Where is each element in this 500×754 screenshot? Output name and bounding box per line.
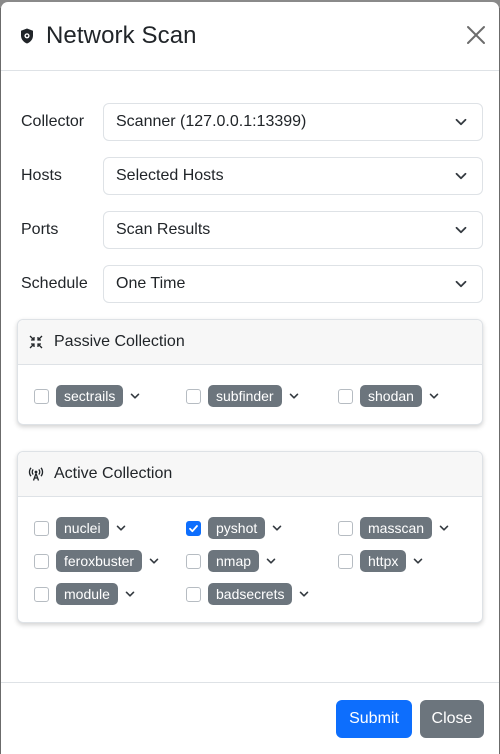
ports-select-value: Scan Results <box>116 221 211 238</box>
nmap-badge: nmap <box>208 550 260 572</box>
badsecrets-checkbox[interactable] <box>186 586 201 602</box>
module-item: nmap <box>186 550 338 572</box>
passive-collection-header: Passive Collection <box>18 320 482 365</box>
shield-eye-icon <box>18 27 36 45</box>
hosts-select-value: Selected Hosts <box>116 167 224 184</box>
submit-button[interactable]: Submit <box>336 699 412 738</box>
module-item: feroxbuster <box>34 550 186 572</box>
schedule-select-value: One Time <box>116 275 186 292</box>
chevron-down-icon <box>454 277 468 291</box>
sectrails-checkbox[interactable] <box>34 388 49 404</box>
modal-body: Collector Scanner (127.0.0.1:13399) Hosts S… <box>1 71 499 623</box>
module-item: sectrails <box>34 385 186 407</box>
nmap-checkbox[interactable] <box>186 553 201 569</box>
nuclei-checkbox[interactable] <box>34 520 49 536</box>
modal-header: Network Scan <box>1 2 499 71</box>
chevron-down-icon[interactable] <box>118 589 135 599</box>
subfinder-badge: subfinder <box>208 385 282 407</box>
module-badge: module <box>56 583 118 605</box>
active-collection-card: Active Collection nuclei pyshot masscan fer… <box>17 451 483 623</box>
module-checkbox[interactable] <box>34 586 49 602</box>
pyshot-badge: pyshot <box>208 517 266 539</box>
close-button[interactable]: Close <box>420 699 484 738</box>
badsecrets-badge: badsecrets <box>208 583 293 605</box>
chevron-down-icon[interactable] <box>422 391 439 401</box>
chevron-down-icon[interactable] <box>259 556 276 566</box>
scan-form: Collector Scanner (127.0.0.1:13399) Hosts S… <box>17 103 483 303</box>
modal-title: Network Scan <box>46 22 197 49</box>
module-item: nuclei <box>34 517 186 539</box>
schedule-select[interactable]: One Time <box>103 265 483 303</box>
module-item: masscan <box>338 517 478 539</box>
form-row: Hosts Selected Hosts <box>17 157 483 195</box>
shodan-checkbox[interactable] <box>338 388 353 404</box>
close-icon[interactable] <box>465 24 487 46</box>
network-scan-modal: Network Scan Collector Scanner (127.0.0.1… <box>1 2 499 754</box>
active-modules: nuclei pyshot masscan feroxbuster nmap httpx m… <box>18 497 482 622</box>
chevron-down-icon[interactable] <box>109 523 126 533</box>
chevron-down-icon[interactable] <box>265 523 282 533</box>
subfinder-checkbox[interactable] <box>186 388 201 404</box>
form-row: Collector Scanner (127.0.0.1:13399) <box>17 103 483 141</box>
hosts-select[interactable]: Selected Hosts <box>103 157 483 195</box>
collector-select[interactable]: Scanner (127.0.0.1:13399) <box>103 103 483 141</box>
module-item: pyshot <box>186 517 338 539</box>
shodan-badge: shodan <box>360 385 422 407</box>
masscan-badge: masscan <box>360 517 433 539</box>
active-collection-header: Active Collection <box>18 452 482 497</box>
sectrails-badge: sectrails <box>56 385 124 407</box>
schedule-label: Schedule <box>21 275 88 292</box>
form-row: Schedule One Time <box>17 265 483 303</box>
module-item: module <box>34 583 186 605</box>
chevron-down-icon[interactable] <box>123 391 140 401</box>
chevron-down-icon[interactable] <box>432 523 449 533</box>
passive-collection-title: Passive Collection <box>54 333 185 350</box>
chevron-down-icon <box>454 223 468 237</box>
chevron-down-icon[interactable] <box>142 556 159 566</box>
hosts-label: Hosts <box>21 167 62 184</box>
chevron-down-icon <box>454 169 468 183</box>
module-item: subfinder <box>186 385 338 407</box>
ports-label: Ports <box>21 221 59 238</box>
modal-footer: Submit Close <box>1 682 499 754</box>
form-row: Ports Scan Results <box>17 211 483 249</box>
module-item: httpx <box>338 550 478 572</box>
passive-modules: sectrails subfinder shodan <box>18 365 482 424</box>
httpx-checkbox[interactable] <box>338 553 353 569</box>
ports-select[interactable]: Scan Results <box>103 211 483 249</box>
masscan-checkbox[interactable] <box>338 520 353 536</box>
chevron-down-icon[interactable] <box>406 556 423 566</box>
active-collection-title: Active Collection <box>54 465 173 482</box>
chevron-down-icon[interactable] <box>292 589 309 599</box>
module-item: shodan <box>338 385 478 407</box>
module-item: badsecrets <box>186 583 338 605</box>
pyshot-checkbox[interactable] <box>186 520 201 536</box>
httpx-badge: httpx <box>360 550 407 572</box>
compress-arrows-icon <box>28 334 44 350</box>
chevron-down-icon[interactable] <box>282 391 299 401</box>
collector-label: Collector <box>21 113 85 130</box>
chevron-down-icon <box>454 115 468 129</box>
passive-collection-card: Passive Collection sectrails subfinder sho… <box>17 319 483 425</box>
collector-select-value: Scanner (127.0.0.1:13399) <box>116 113 307 130</box>
broadcast-tower-icon <box>28 466 44 482</box>
nuclei-badge: nuclei <box>56 517 109 539</box>
feroxbuster-badge: feroxbuster <box>56 550 143 572</box>
feroxbuster-checkbox[interactable] <box>34 553 49 569</box>
